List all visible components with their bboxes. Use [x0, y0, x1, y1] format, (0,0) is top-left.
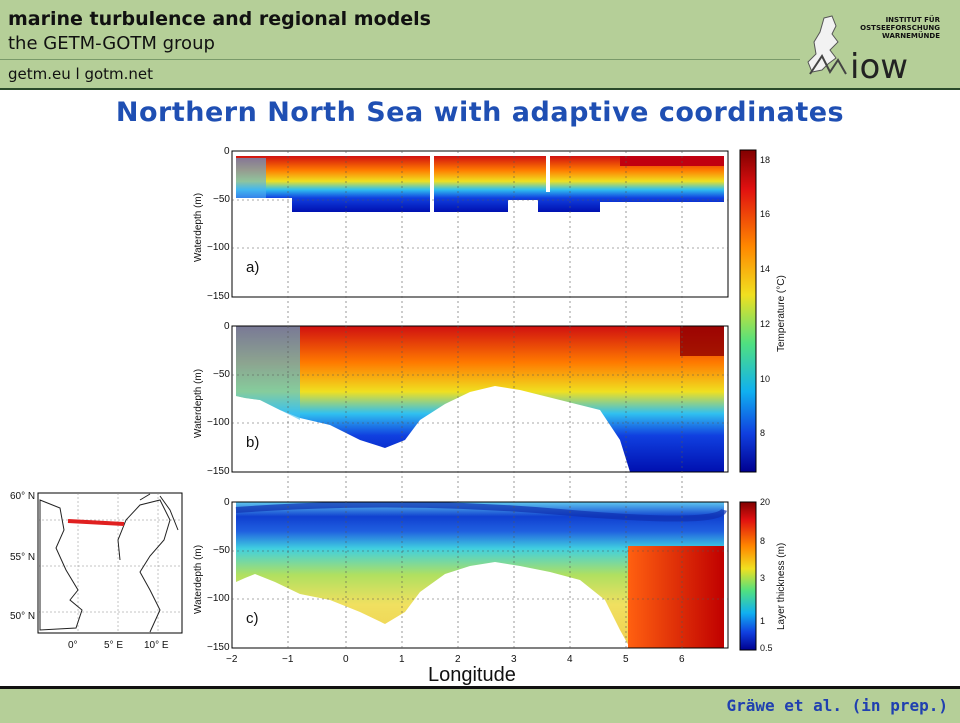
x-tick-1: 1 [399, 654, 405, 665]
ya-tick-150: −150 [207, 291, 230, 302]
cb1-tick-10: 10 [760, 374, 771, 384]
map-lon-10: 10° E [144, 640, 169, 651]
cb2-tick-0-5: 0.5 [760, 643, 773, 653]
ya-tick-100: −100 [207, 242, 230, 253]
cb1-tick-8: 8 [760, 428, 766, 438]
map-lon-0: 0° [68, 640, 78, 651]
layer-thickness-colorbar [739, 501, 757, 651]
location-map [37, 492, 183, 634]
yb-tick-50: −50 [213, 369, 230, 380]
cb2-tick-1: 1 [760, 616, 766, 626]
cb1-title: Temperature (°C) [776, 275, 787, 352]
yc-tick-0: 0 [224, 497, 230, 508]
map-lat-55: 55° N [10, 552, 36, 563]
cb1-tick-18: 18 [760, 155, 771, 165]
yb-tick-100: −100 [207, 417, 230, 428]
panel-c [231, 501, 729, 649]
ylabel-b: Waterdepth (m) [193, 368, 204, 438]
cb2-tick-8: 8 [760, 536, 766, 546]
panel-b [231, 325, 729, 473]
panel-label-c: c) [246, 610, 259, 627]
yc-tick-150: −150 [207, 642, 230, 653]
footer-bar: Gräwe et al. (in prep.) [0, 686, 960, 723]
panel-label-a: a) [246, 259, 260, 276]
panel-label-b: b) [246, 434, 260, 451]
x-tick-m2: −2 [226, 654, 238, 665]
map-lat-60: 60° N [10, 491, 36, 502]
cb2-title: Layer thickness (m) [776, 542, 787, 630]
yb-tick-150: −150 [207, 466, 230, 477]
panel-a [231, 150, 729, 298]
x-axis-label: Longitude [428, 664, 516, 686]
ylabel-c: Waterdepth (m) [193, 544, 204, 614]
yc-tick-100: −100 [207, 593, 230, 604]
ya-tick-0: 0 [224, 146, 230, 157]
cb2-tick-3: 3 [760, 573, 766, 583]
section-figure [37, 149, 757, 651]
x-tick-5: 5 [623, 654, 629, 665]
cb1-tick-12: 12 [760, 319, 771, 329]
map-lon-5: 5° E [104, 640, 124, 651]
x-tick-m1: −1 [282, 654, 294, 665]
ylabel-a: Waterdepth (m) [193, 192, 204, 262]
map-lat-50: 50° N [10, 611, 36, 622]
x-tick-0: 0 [343, 654, 349, 665]
cb1-tick-14: 14 [760, 264, 771, 274]
citation: Gräwe et al. (in prep.) [726, 696, 948, 715]
x-tick-4: 4 [567, 654, 573, 665]
temperature-colorbar [739, 149, 757, 473]
yc-tick-50: −50 [213, 545, 230, 556]
yb-tick-0: 0 [224, 321, 230, 332]
x-tick-6: 6 [679, 654, 685, 665]
cb2-tick-20: 20 [760, 497, 771, 507]
ya-tick-50: −50 [213, 194, 230, 205]
cb1-tick-16: 16 [760, 209, 771, 219]
